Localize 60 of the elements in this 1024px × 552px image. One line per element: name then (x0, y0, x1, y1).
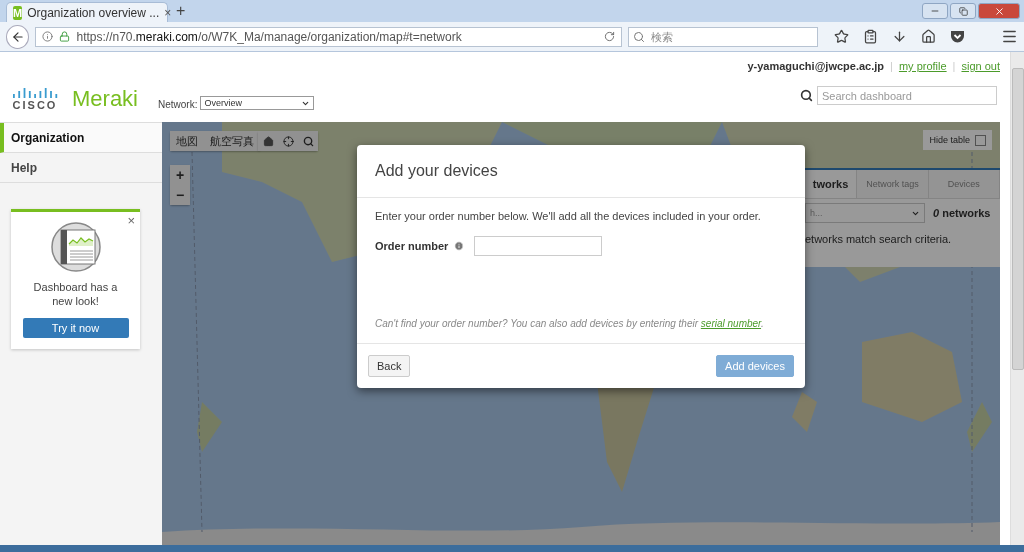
intro-text: Enter your order number below. We'll add all the devices included in your order. (375, 210, 762, 222)
network-label: Network: (158, 99, 198, 110)
hint-text: Can't find your order number? You can also add devices by entering their serial number. (375, 318, 765, 329)
user-email: y-yamaguchi@jwcpe.ac.jp (747, 60, 885, 72)
clipboard-icon[interactable] (863, 29, 878, 44)
home-icon (262, 135, 274, 147)
table-tab[interactable]: Network tags (857, 170, 929, 198)
menu-icon[interactable] (1001, 28, 1018, 45)
separator: | (890, 60, 893, 72)
pocket-icon[interactable] (950, 29, 965, 44)
try-it-now-button[interactable]: Try it now (22, 318, 129, 338)
close-button[interactable]: × (127, 213, 135, 228)
field-label: Order number (375, 240, 449, 252)
download-icon[interactable] (892, 29, 907, 44)
restore-button[interactable] (950, 3, 976, 19)
home-button[interactable] (258, 131, 278, 151)
map-type-button[interactable]: 地図 (170, 131, 204, 151)
dialog-title: Add your devices (357, 145, 805, 198)
cisco-logo-text: CISCO (12, 99, 58, 111)
order-number-field[interactable] (474, 236, 603, 256)
zoom-out-button[interactable]: − (170, 185, 190, 205)
network-dropdown[interactable]: Overview (200, 96, 315, 110)
zoom-in-button[interactable]: + (170, 165, 190, 185)
network-count: 0 networks (933, 207, 991, 219)
url-text: https://n70.meraki.com/o/W7K_Ma/manage/organization/map#t=network (76, 29, 463, 44)
browser-search-field[interactable]: 検索 (627, 26, 818, 47)
sign-out-link[interactable]: sign out (961, 60, 1000, 72)
hide-table-toggle[interactable]: Hide table (923, 130, 992, 150)
meraki-logo-text: Meraki (72, 86, 138, 112)
favicon: M (13, 5, 23, 20)
back-arrow-icon (10, 29, 25, 44)
sidebar-item[interactable]: Organization (0, 123, 162, 153)
home-icon[interactable] (921, 29, 936, 44)
promo-text: Dashboard has a new look! (32, 280, 119, 308)
search-icon (800, 89, 813, 102)
new-tab-button[interactable]: + (176, 2, 186, 20)
scrollbar[interactable] (1010, 52, 1024, 545)
close-window-button[interactable] (978, 3, 1020, 19)
profile-link[interactable]: my profile (898, 60, 947, 72)
map-type-button[interactable]: 航空写真 (204, 131, 260, 151)
separator: | (952, 60, 956, 72)
back-button[interactable] (6, 24, 30, 49)
restore-icon (958, 6, 968, 16)
checkbox[interactable] (975, 134, 986, 146)
dashboard-illustration (50, 222, 101, 272)
address-bar[interactable]: https://n70.meraki.com/o/W7K_Ma/manage/organization/map#t=network (35, 26, 622, 47)
search-icon (302, 135, 314, 147)
star-icon[interactable] (834, 29, 849, 44)
empty-message: etworks match search criteria. (805, 232, 953, 245)
dashboard-search-field[interactable]: Search dashboard (817, 86, 997, 105)
back-button[interactable]: Back (368, 355, 411, 377)
cisco-bars-icon (12, 87, 58, 98)
reload-icon[interactable] (603, 31, 615, 42)
lock-icon (59, 31, 71, 42)
crosshair-icon (282, 135, 294, 147)
search-button[interactable] (298, 131, 318, 151)
minimize-button[interactable] (922, 3, 948, 19)
tab-title: Organization overview ... (27, 5, 160, 20)
close-icon (993, 5, 1005, 17)
info-icon[interactable] (42, 31, 54, 42)
